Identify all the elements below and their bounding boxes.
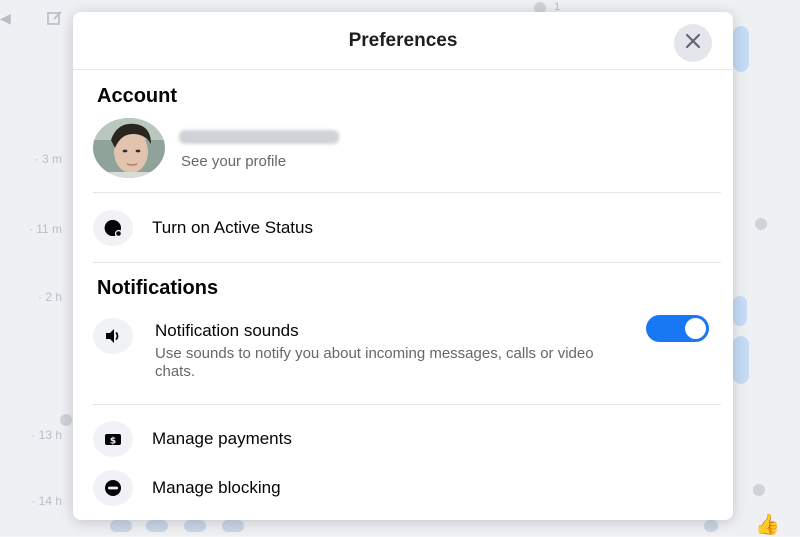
manage-payments-label: Manage payments [152,429,292,448]
see-profile-row[interactable]: See your profile [93,116,713,184]
background-avatar-small [753,484,765,496]
divider [93,262,721,263]
svg-text:$: $ [110,436,116,446]
composer-icon [146,520,168,532]
profile-name-redacted [179,130,339,144]
active-status-row[interactable]: Turn on Active Status [93,208,713,248]
background-timestamp: · 11 m [28,222,62,236]
composer-icon [222,520,244,532]
active-status-label: Turn on Active Status [152,218,313,237]
close-icon [685,33,701,54]
notification-sounds-row: Notification sounds Use sounds to notify… [93,314,713,392]
composer-icon [184,520,206,532]
toggle-knob [685,318,706,339]
preferences-dialog: Preferences Account See your profile Tur… [73,12,733,520]
divider [93,404,721,405]
notifications-section-title: Notifications [97,277,219,299]
dialog-header: Preferences [73,12,733,70]
manage-blocking-row[interactable]: Manage blocking [93,468,713,508]
composer-icon [704,520,718,532]
speaker-icon [93,318,133,354]
payments-icon: $ [93,421,133,457]
block-icon [93,470,133,506]
background-timestamp: · 3 m [34,152,62,166]
background-timestamp: · 2 h [37,290,62,304]
composer-icon [110,520,132,532]
background-timestamps: · 3 m · 11 m · 2 h · 13 h · 14 h [0,0,72,536]
like-icon: 👍 [755,514,780,536]
close-button[interactable] [674,24,712,62]
message-bubble [733,296,747,326]
notification-sounds-label: Notification sounds [155,321,299,340]
avatar [93,118,165,178]
manage-blocking-label: Manage blocking [152,478,281,497]
background-avatar-small [755,218,767,230]
dialog-title: Preferences [348,30,458,51]
active-status-icon [93,210,133,246]
background-dot [60,414,72,426]
background-timestamp: · 13 h [31,428,62,442]
manage-payments-row[interactable]: $ Manage payments [93,419,713,459]
notification-sounds-toggle[interactable] [646,315,709,342]
background-timestamp: · 14 h [31,494,62,508]
message-bubble [733,336,749,384]
divider [93,192,721,193]
background-messages: 👍 [733,0,800,536]
account-section-title: Account [97,85,177,107]
see-profile-link: See your profile [181,153,287,170]
notification-sounds-description: Use sounds to notify you about incoming … [155,345,594,380]
message-bubble [733,26,749,72]
